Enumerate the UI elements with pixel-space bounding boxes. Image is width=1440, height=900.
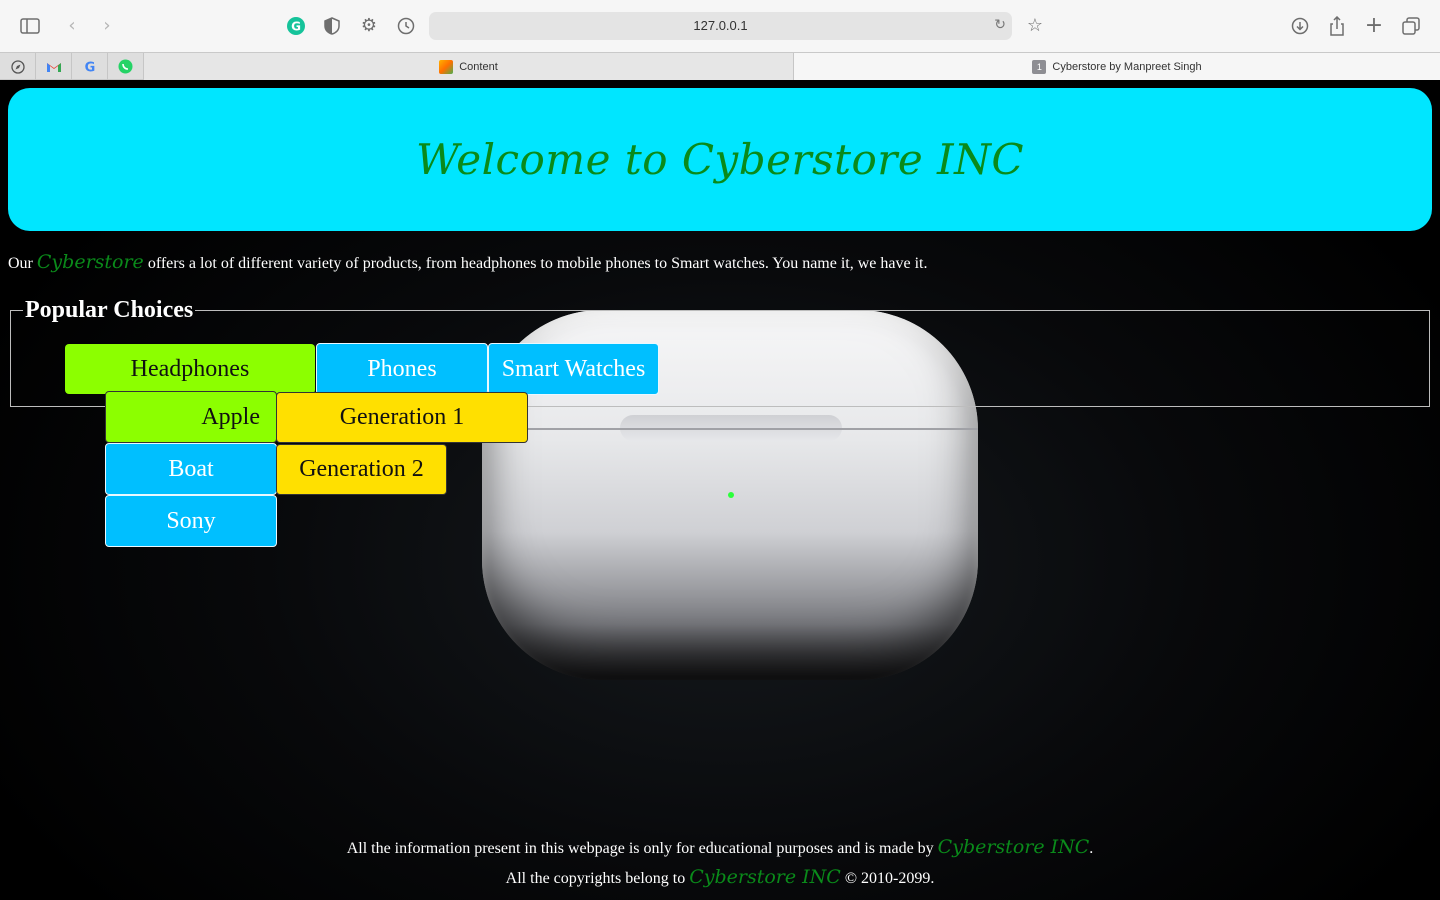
svg-text:G: G bbox=[291, 20, 301, 34]
intro-text: offers a lot of different variety of pro… bbox=[147, 255, 928, 272]
footer-line-2: All the copyrights belong to Cyberstore … bbox=[0, 866, 1440, 888]
apple-button[interactable]: Apple bbox=[105, 391, 277, 443]
tab-label: Cyberstore by Manpreet Singh bbox=[1052, 60, 1202, 73]
case-seam bbox=[482, 428, 978, 430]
tab-label: Content bbox=[459, 60, 498, 73]
intro-brand: Cyberstore bbox=[36, 251, 144, 273]
content-tab-icon bbox=[439, 59, 454, 74]
footer-text: All the copyrights belong to bbox=[505, 870, 686, 887]
download-icon[interactable] bbox=[1288, 14, 1312, 38]
popular-choices-legend: Popular Choices bbox=[25, 297, 194, 323]
sony-button[interactable]: Sony bbox=[105, 495, 277, 547]
footer-text: All the information present in this webp… bbox=[346, 840, 934, 857]
phones-button[interactable]: Phones bbox=[316, 343, 488, 395]
smart-watches-button[interactable]: Smart Watches bbox=[488, 343, 659, 395]
generation-2-button[interactable]: Generation 2 bbox=[276, 444, 447, 495]
grammarly-icon[interactable]: G bbox=[284, 14, 308, 38]
case-led bbox=[728, 492, 734, 498]
reload-icon[interactable]: ↻ bbox=[994, 17, 1006, 33]
footer-line-1: All the information present in this webp… bbox=[0, 836, 1440, 858]
headphones-button[interactable]: Headphones bbox=[65, 344, 315, 394]
intro-paragraph: Our Cyberstore offers a lot of different… bbox=[8, 251, 927, 273]
svg-text:G: G bbox=[84, 60, 95, 74]
web-page: Welcome to Cyberstore INC Our Cyberstore… bbox=[0, 80, 1440, 900]
intro-prefix: Our bbox=[8, 255, 33, 272]
forward-icon[interactable]: › bbox=[95, 14, 119, 38]
site-header: Welcome to Cyberstore INC bbox=[8, 88, 1432, 231]
tab-content[interactable]: Content bbox=[144, 53, 794, 80]
footer-brand: Cyberstore INC bbox=[937, 836, 1090, 858]
share-icon[interactable] bbox=[1325, 14, 1349, 38]
compass-icon[interactable] bbox=[0, 53, 36, 80]
gear-icon[interactable]: ⚙ bbox=[357, 14, 381, 38]
back-icon[interactable]: ‹ bbox=[60, 14, 84, 38]
copyright-text: © 2010-2099. bbox=[844, 870, 935, 887]
footer-brand: Cyberstore INC bbox=[689, 866, 841, 888]
tab-strip: G Content 1 Cyberstore by Manpreet Singh bbox=[0, 52, 1440, 80]
whatsapp-icon[interactable] bbox=[108, 53, 144, 80]
gmail-icon[interactable] bbox=[36, 53, 72, 80]
boat-button[interactable]: Boat bbox=[105, 443, 277, 495]
tab-overview-icon[interactable] bbox=[1399, 14, 1423, 38]
tab-badge: 1 bbox=[1032, 59, 1047, 74]
new-tab-icon[interactable]: + bbox=[1362, 14, 1386, 38]
google-icon[interactable]: G bbox=[72, 53, 108, 80]
sidebar-toggle-icon[interactable] bbox=[18, 14, 42, 38]
browser-toolbar: ‹ › G ⚙ 127.0.0.1 ↻ ☆ + bbox=[0, 0, 1440, 52]
generation-1-button[interactable]: Generation 1 bbox=[276, 392, 528, 443]
address-bar[interactable]: 127.0.0.1 ↻ bbox=[429, 12, 1012, 40]
tab-cyberstore[interactable]: 1 Cyberstore by Manpreet Singh bbox=[794, 53, 1440, 80]
footer-period: . bbox=[1089, 840, 1094, 857]
url-text[interactable]: 127.0.0.1 bbox=[429, 18, 1012, 33]
page-title: Welcome to Cyberstore INC bbox=[415, 135, 1025, 184]
bookmark-star-icon[interactable]: ☆ bbox=[1023, 14, 1047, 38]
shield-icon[interactable] bbox=[320, 14, 344, 38]
history-icon[interactable] bbox=[394, 14, 418, 38]
